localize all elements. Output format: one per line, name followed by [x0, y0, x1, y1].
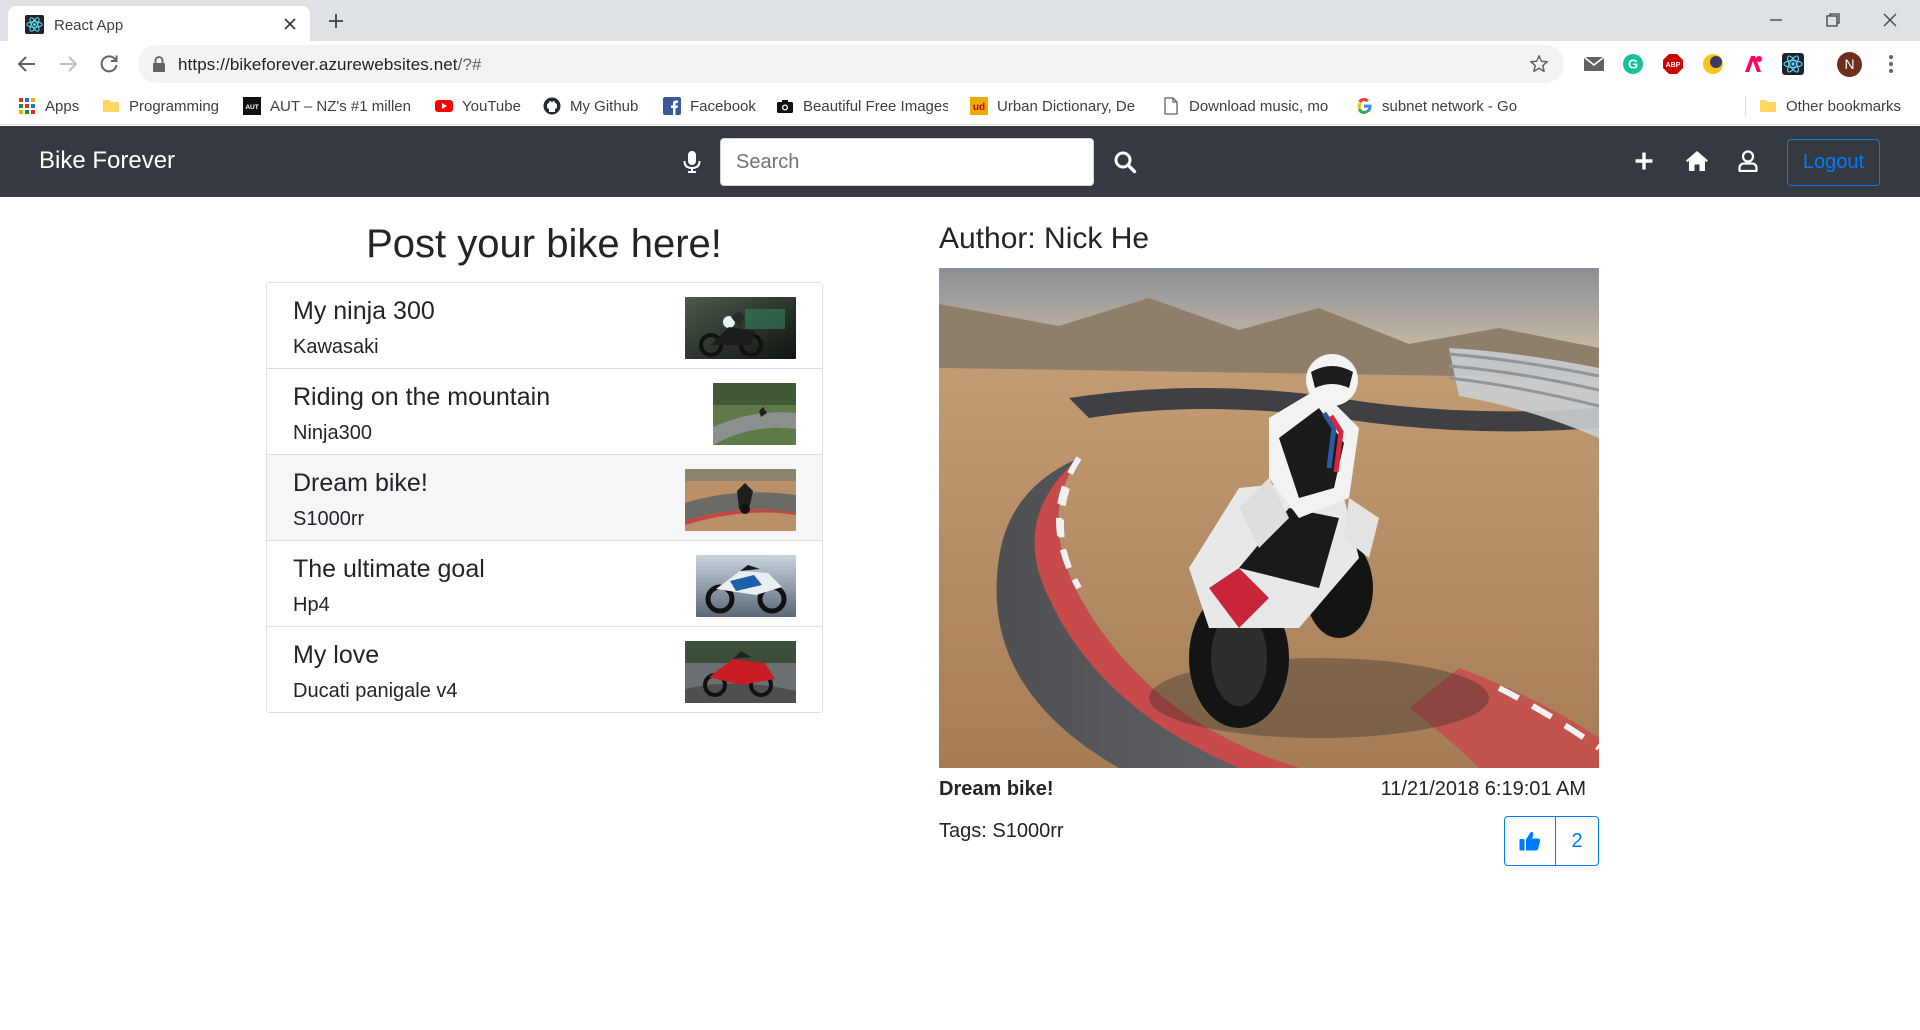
- bookmark-subnet-network[interactable]: subnet network - Go: [1355, 95, 1525, 117]
- browser-tab[interactable]: React App: [8, 6, 310, 41]
- aut-logo-icon: AUT: [243, 97, 261, 115]
- svg-text:ud: ud: [973, 102, 985, 113]
- lock-icon[interactable]: [152, 56, 166, 72]
- close-window-icon[interactable]: [1878, 8, 1902, 32]
- moon-extension-icon[interactable]: [1702, 53, 1724, 75]
- list-item[interactable]: Riding on the mountain Ninja300: [267, 369, 822, 455]
- like-button[interactable]: [1505, 817, 1556, 865]
- post-subtitle: Ninja300: [293, 422, 372, 444]
- like-count: 2: [1571, 829, 1583, 852]
- react-favicon-icon: [25, 15, 44, 34]
- close-tab-icon[interactable]: [281, 15, 299, 33]
- browser-toolbar: https://bikeforever.azurewebsites.net/?#…: [0, 41, 1920, 87]
- bookmark-other[interactable]: Other bookmarks: [1759, 95, 1909, 117]
- bookmark-apps[interactable]: Apps: [18, 95, 98, 117]
- bookmark-star-icon[interactable]: [1528, 53, 1550, 75]
- brand-link[interactable]: Bike Forever: [39, 147, 175, 175]
- browser-menu-icon[interactable]: [1888, 53, 1894, 75]
- adblock-extension-icon[interactable]: ABP: [1662, 53, 1684, 75]
- camera-icon: [777, 100, 793, 113]
- tab-title: React App: [54, 17, 124, 34]
- reload-icon[interactable]: [97, 52, 121, 76]
- post-title: The ultimate goal: [293, 555, 485, 583]
- post-thumbnail: [696, 555, 796, 617]
- svg-text:ABP: ABP: [1666, 62, 1681, 69]
- microphone-icon[interactable]: [682, 150, 702, 174]
- folder-icon: [1760, 100, 1776, 112]
- folder-icon: [103, 100, 119, 112]
- minimize-window-icon[interactable]: [1764, 8, 1788, 32]
- apps-grid-icon: [19, 98, 35, 114]
- post-title: My love: [293, 641, 380, 669]
- app-navbar: Bike Forever Logout: [0, 126, 1920, 197]
- browser-tabstrip: React App: [0, 0, 1920, 41]
- bookmark-free-images[interactable]: Beautiful Free Images: [776, 95, 948, 117]
- profile-avatar[interactable]: N: [1837, 52, 1862, 77]
- post-subtitle: Hp4: [293, 594, 330, 616]
- like-button-group: 2: [1504, 816, 1599, 866]
- search-input[interactable]: [720, 138, 1094, 186]
- page-icon: [1164, 97, 1178, 115]
- post-title: My ninja 300: [293, 297, 435, 325]
- list-item[interactable]: Dream bike! S1000rr: [267, 455, 822, 541]
- post-subtitle: Kawasaki: [293, 336, 379, 358]
- google-icon: [1357, 98, 1372, 114]
- thumbs-up-icon: [1519, 831, 1541, 851]
- react-devtools-extension-icon[interactable]: [1782, 53, 1804, 75]
- restore-window-icon[interactable]: [1821, 8, 1845, 32]
- post-thumbnail: [685, 297, 796, 359]
- post-title: Riding on the mountain: [293, 383, 551, 411]
- user-icon[interactable]: [1738, 150, 1758, 172]
- post-thumbnail: [713, 383, 796, 445]
- post-timestamp: 11/21/2018 6:19:01 AM: [1380, 778, 1586, 800]
- logout-button[interactable]: Logout: [1787, 139, 1880, 186]
- facebook-icon: [663, 97, 681, 115]
- youtube-icon: [435, 100, 453, 112]
- forward-arrow-icon[interactable]: [56, 52, 80, 76]
- svg-text:AUT: AUT: [245, 104, 258, 111]
- url-text: https://bikeforever.azurewebsites.net/?#: [178, 55, 482, 74]
- bookmark-urban-dictionary[interactable]: ud Urban Dictionary, De: [970, 95, 1138, 117]
- list-item[interactable]: My ninja 300 Kawasaki: [267, 283, 822, 369]
- bookmark-programming[interactable]: Programming: [102, 95, 232, 117]
- back-arrow-icon[interactable]: [15, 52, 39, 76]
- bookmark-download-music[interactable]: Download music, mo: [1162, 95, 1332, 117]
- plus-icon[interactable]: [1634, 151, 1654, 171]
- post-subtitle: Ducati panigale v4: [293, 680, 458, 702]
- address-bar[interactable]: https://bikeforever.azurewebsites.net/?#: [138, 45, 1564, 83]
- search-icon[interactable]: [1113, 150, 1137, 174]
- post-photo: [939, 268, 1599, 768]
- post-thumbnail: [685, 641, 796, 703]
- bookmark-aut[interactable]: AUT AUT – NZ's #1 millen: [243, 95, 415, 117]
- list-item[interactable]: The ultimate goal Hp4: [267, 541, 822, 627]
- post-tags: Tags: S1000rr: [939, 820, 1064, 842]
- bookmarks-divider: [1745, 96, 1746, 116]
- github-icon: [543, 97, 561, 115]
- post-detail-title: Dream bike!: [939, 778, 1054, 800]
- bookmark-github[interactable]: My Github: [543, 95, 653, 117]
- post-list: My ninja 300 Kawasaki Riding on the moun…: [266, 282, 823, 713]
- post-author: Author: Nick He: [939, 222, 1150, 255]
- post-subtitle: S1000rr: [293, 508, 365, 530]
- bookmarks-bar: Apps Programming AUT AUT – NZ's #1 mille…: [0, 87, 1920, 125]
- svg-text:G: G: [1628, 57, 1638, 72]
- post-title: Dream bike!: [293, 469, 428, 497]
- list-item[interactable]: My love Ducati panigale v4: [267, 627, 822, 712]
- page-heading: Post your bike here!: [366, 222, 722, 266]
- pink-extension-icon[interactable]: [1742, 53, 1764, 75]
- gmail-extension-icon[interactable]: [1583, 53, 1605, 75]
- post-thumbnail: [685, 469, 796, 531]
- grammarly-extension-icon[interactable]: G: [1622, 53, 1644, 75]
- new-tab-icon[interactable]: [326, 11, 346, 31]
- urban-dictionary-icon: ud: [970, 97, 988, 115]
- home-icon[interactable]: [1685, 150, 1709, 172]
- bookmark-youtube[interactable]: YouTube: [435, 95, 535, 117]
- bookmark-facebook[interactable]: Facebook: [663, 95, 763, 117]
